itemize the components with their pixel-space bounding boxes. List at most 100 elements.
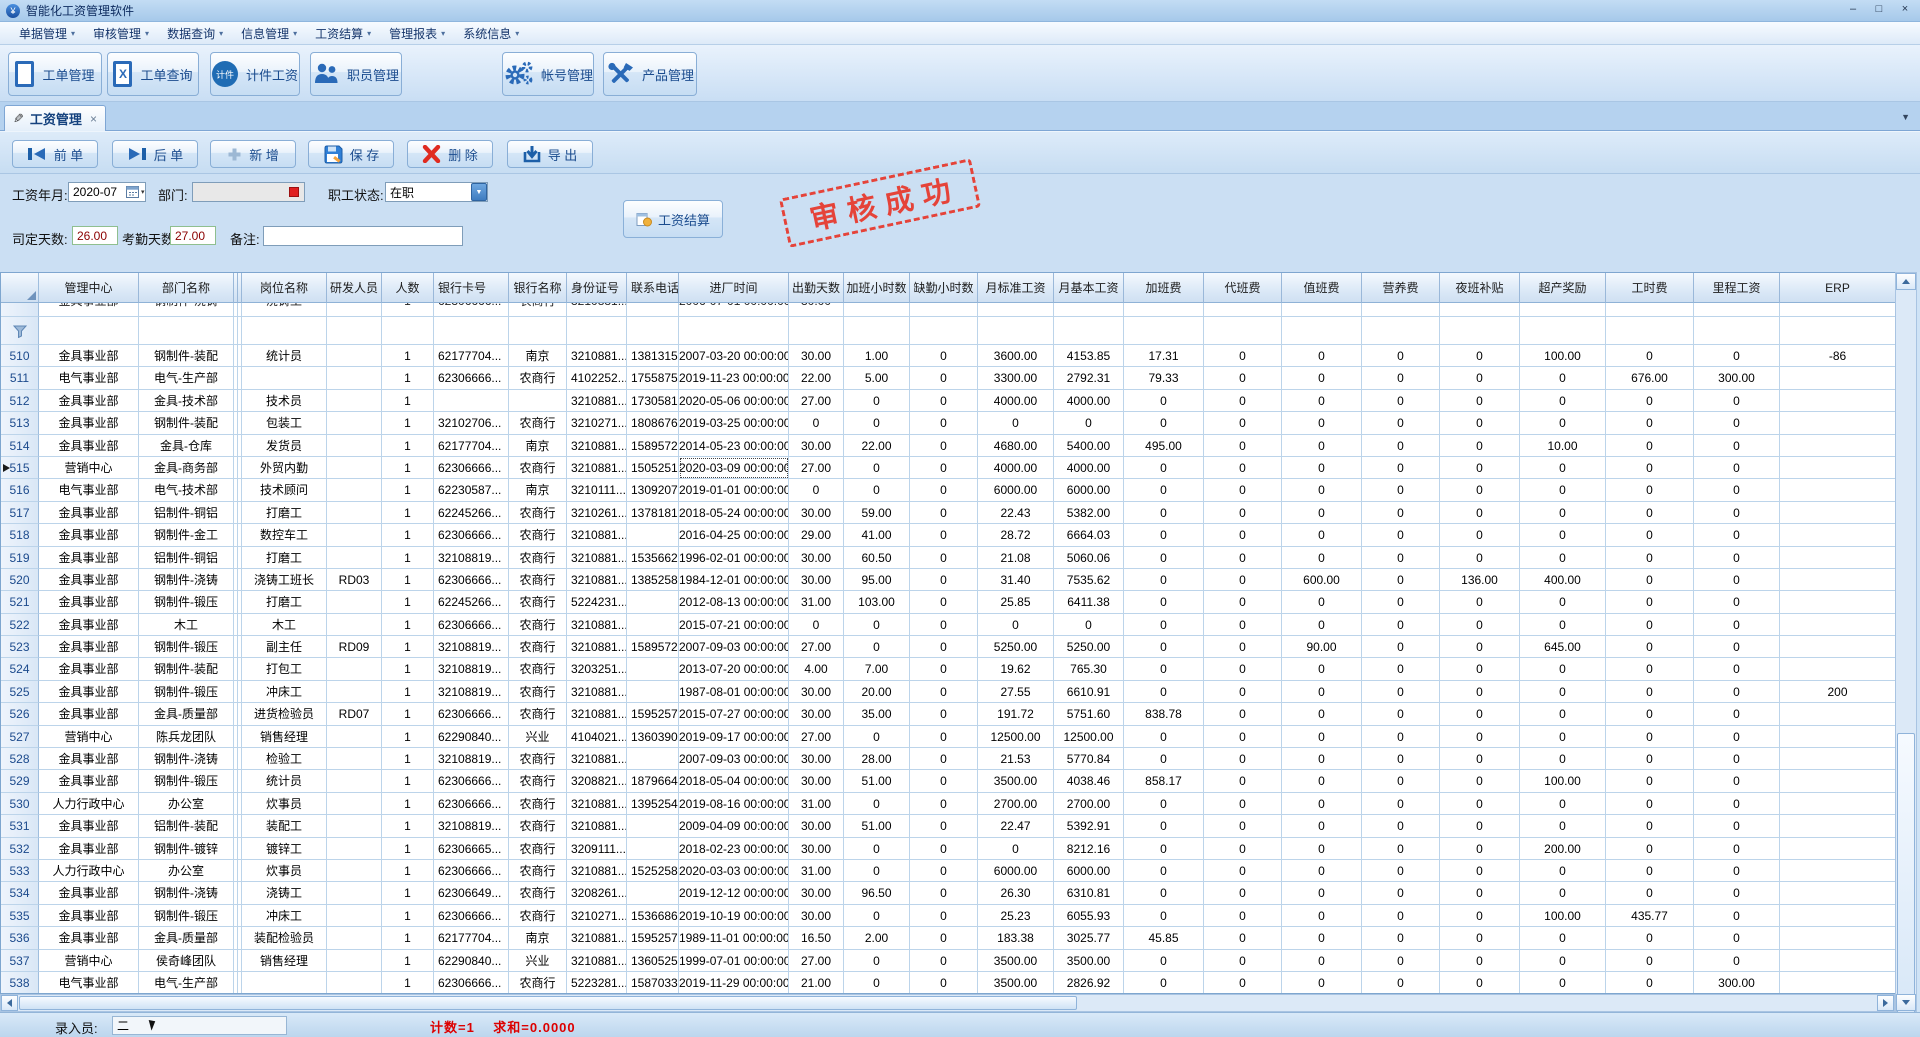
maximize-button[interactable]: □ xyxy=(1868,2,1890,18)
table-row[interactable]: 510金具事业部钢制件-装配统计员162177704...南京3210881..… xyxy=(1,345,1895,367)
row-header[interactable]: 512 xyxy=(1,390,39,412)
grid-cell[interactable]: 30.00 xyxy=(789,569,844,591)
grid-cell[interactable]: 62290840... xyxy=(434,950,509,972)
grid-cell[interactable]: 3500.00 xyxy=(1054,950,1124,972)
column-header[interactable]: 联系电话 xyxy=(627,273,679,303)
row-header[interactable]: 515 xyxy=(1,457,39,479)
grid-cell[interactable]: 农商行 xyxy=(509,412,567,434)
grid-cell[interactable]: 0 xyxy=(1124,681,1204,703)
grid-cell[interactable]: 0 xyxy=(1362,435,1440,457)
grid-cell[interactable]: 0 xyxy=(1362,367,1440,389)
table-row[interactable]: 515营销中心金具-商务部外贸内勤162306666...农商行3210881.… xyxy=(1,457,1895,479)
grid-cell[interactable]: 0 xyxy=(1362,950,1440,972)
column-header[interactable]: ERP xyxy=(1780,273,1895,303)
grid-cell[interactable]: 0 xyxy=(1282,815,1362,837)
grid-cell[interactable]: 0 xyxy=(1694,547,1780,569)
grid-cell[interactable]: 30.00 xyxy=(789,703,844,725)
grid-cell[interactable]: 0 xyxy=(1694,636,1780,658)
grid-cell[interactable]: 0 xyxy=(1362,770,1440,792)
grid-cell[interactable]: 0 xyxy=(1362,547,1440,569)
grid-cell[interactable]: 0 xyxy=(1204,838,1282,860)
work-order-query-button[interactable]: X 工单查询 xyxy=(107,52,199,96)
grid-cell[interactable]: 0 xyxy=(1520,793,1606,815)
grid-cell[interactable]: 0 xyxy=(1124,838,1204,860)
grid-cell[interactable]: 0 xyxy=(1606,770,1694,792)
grid-cell[interactable]: 0 xyxy=(1440,770,1520,792)
grid-cell[interactable]: 4.00 xyxy=(789,658,844,680)
grid-cell[interactable]: 0 xyxy=(1440,658,1520,680)
grid-cell[interactable]: 20.00 xyxy=(844,681,910,703)
grid-cell[interactable]: 0 xyxy=(1362,412,1440,434)
grid-cell[interactable]: 30.00 xyxy=(789,681,844,703)
grid-cell[interactable]: 3210881... xyxy=(567,457,627,479)
grid-cell[interactable]: 10.00 xyxy=(1520,435,1606,457)
grid-cell[interactable]: 3500.00 xyxy=(978,950,1054,972)
grid-cell[interactable]: 5382.00 xyxy=(1054,502,1124,524)
calendar-icon[interactable]: ▾ xyxy=(126,185,145,198)
grid-cell[interactable]: 0 xyxy=(1440,681,1520,703)
grid-cell[interactable]: 0 xyxy=(910,703,978,725)
grid-cell[interactable]: 0 xyxy=(1204,950,1282,972)
grid-cell[interactable] xyxy=(1440,317,1520,345)
grid-cell[interactable]: 21.08 xyxy=(978,547,1054,569)
grid-cell[interactable]: 金具事业部 xyxy=(39,658,139,680)
grid-cell[interactable]: 1 xyxy=(382,524,434,546)
grid-cell[interactable]: 0 xyxy=(1282,681,1362,703)
grid-cell[interactable]: 铝制件-铜铝 xyxy=(139,547,234,569)
grid-cell[interactable]: 0 xyxy=(844,972,910,994)
grid-cell[interactable] xyxy=(789,317,844,345)
grid-cell[interactable]: 0 xyxy=(910,793,978,815)
department-clear-button[interactable] xyxy=(289,187,299,197)
grid-cell[interactable]: 62306666... xyxy=(434,972,509,994)
grid-cell[interactable]: 2826.92 xyxy=(1054,972,1124,994)
grid-cell[interactable]: 31.00 xyxy=(789,860,844,882)
export-button[interactable]: 导 出 xyxy=(507,140,593,168)
grid-cell[interactable]: 钢制件-锻压 xyxy=(139,905,234,927)
grid-cell[interactable]: 包装工 xyxy=(242,412,327,434)
grid-cell[interactable]: 0 xyxy=(1606,457,1694,479)
grid-cell[interactable]: 1 xyxy=(382,412,434,434)
grid-cell[interactable]: 0 xyxy=(910,367,978,389)
grid-cell[interactable] xyxy=(1780,591,1895,613)
grid-cell[interactable]: 1 xyxy=(382,793,434,815)
grid-cell[interactable]: 0 xyxy=(910,591,978,613)
grid-cell[interactable]: 0 xyxy=(1694,793,1780,815)
grid-cell[interactable]: 1755875... xyxy=(627,367,679,389)
grid-cell[interactable]: 0 xyxy=(1606,412,1694,434)
grid-cell[interactable]: 62177704... xyxy=(434,345,509,367)
grid-cell[interactable]: 5400.00 xyxy=(1054,435,1124,457)
table-row[interactable]: 525金具事业部钢制件-锻压冲床工132108819...农商行3210881.… xyxy=(1,681,1895,703)
grid-cell[interactable] xyxy=(39,317,139,345)
grid-cell[interactable]: 0 xyxy=(1282,793,1362,815)
grid-cell[interactable]: 0 xyxy=(1694,838,1780,860)
grid-cell[interactable]: 200 xyxy=(1780,681,1895,703)
grid-cell[interactable]: 0 xyxy=(1204,793,1282,815)
grid-cell[interactable]: 0 xyxy=(1282,972,1362,994)
grid-cell[interactable]: 0 xyxy=(1282,390,1362,412)
grid-cell[interactable] xyxy=(327,658,382,680)
grid-cell[interactable]: 1 xyxy=(382,658,434,680)
table-row[interactable]: 512金具事业部金具-技术部技术员13210881...1730581...20… xyxy=(1,390,1895,412)
grid-cell[interactable]: 木工 xyxy=(139,614,234,636)
grid-cell[interactable]: 0 xyxy=(1440,502,1520,524)
grid-cell[interactable]: 农商行 xyxy=(509,547,567,569)
menu-item-data-query[interactable]: 数据查询▾ xyxy=(158,23,232,44)
close-button[interactable]: × xyxy=(1894,2,1916,18)
grid-cell[interactable]: 营销中心 xyxy=(39,950,139,972)
grid-cell[interactable] xyxy=(327,367,382,389)
row-header[interactable]: 519 xyxy=(1,547,39,569)
grid-cell[interactable]: 2020-05-06 00:00:00 xyxy=(679,390,789,412)
grid-cell[interactable]: 0 xyxy=(1694,770,1780,792)
grid-cell[interactable]: 59.00 xyxy=(844,502,910,524)
grid-cell[interactable]: 0 xyxy=(1520,457,1606,479)
grid-cell[interactable]: 5250.00 xyxy=(978,636,1054,658)
grid-cell[interactable]: 858.17 xyxy=(1124,770,1204,792)
grid-cell[interactable]: 6000.00 xyxy=(1054,860,1124,882)
grid-cell[interactable]: 0 xyxy=(1124,569,1204,591)
grid-cell[interactable]: 装配工 xyxy=(242,815,327,837)
vertical-scrollbar[interactable] xyxy=(1895,272,1917,1012)
grid-cell[interactable]: 2018-02-23 00:00:00 xyxy=(679,838,789,860)
grid-cell[interactable]: 62306666... xyxy=(434,860,509,882)
grid-cell[interactable]: 0 xyxy=(1694,927,1780,949)
grid-cell[interactable]: 41.00 xyxy=(844,524,910,546)
